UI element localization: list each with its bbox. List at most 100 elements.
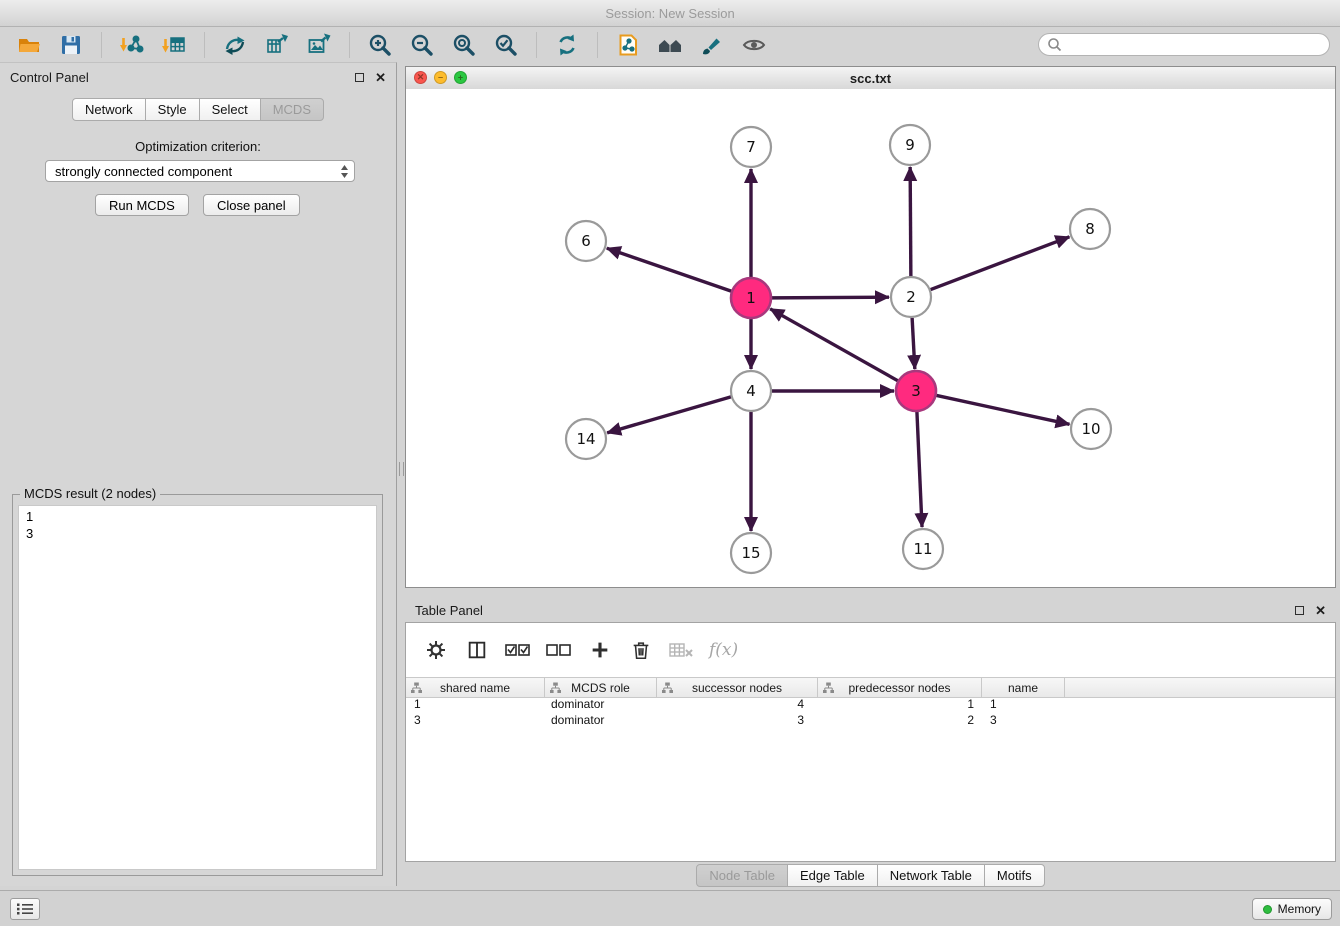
table-settings-button[interactable] bbox=[422, 636, 450, 664]
toolbar-separator bbox=[597, 32, 598, 58]
table-panel-tabs: Node Table Edge Table Network Table Moti… bbox=[405, 864, 1336, 887]
graph-edge-1-6[interactable] bbox=[607, 248, 731, 291]
toolbar-separator bbox=[101, 32, 102, 58]
tab-motifs[interactable]: Motifs bbox=[984, 864, 1045, 887]
graph-edge-2-3[interactable] bbox=[912, 318, 915, 369]
search-input[interactable] bbox=[1062, 33, 1329, 56]
split-columns-button[interactable] bbox=[463, 636, 491, 664]
column-type-icon bbox=[411, 682, 422, 694]
tab-edge-table[interactable]: Edge Table bbox=[787, 864, 878, 887]
import-network-button[interactable] bbox=[116, 29, 148, 61]
tab-network-table[interactable]: Network Table bbox=[877, 864, 985, 887]
float-table-panel-icon[interactable] bbox=[1295, 606, 1304, 615]
minimize-window-icon[interactable] bbox=[434, 71, 447, 84]
network-window-title: scc.txt bbox=[850, 71, 891, 86]
column-header-shared-name[interactable]: shared name bbox=[406, 678, 545, 697]
graph-edge-4-14[interactable] bbox=[607, 397, 731, 433]
graph-edge-3-10[interactable] bbox=[937, 395, 1070, 424]
tab-select[interactable]: Select bbox=[199, 98, 261, 121]
zoom-window-icon[interactable] bbox=[454, 71, 467, 84]
network-graph[interactable]: 7968124314101511 bbox=[406, 89, 1335, 587]
graph-node-label: 9 bbox=[905, 136, 915, 154]
graph-edge-1-2[interactable] bbox=[772, 297, 889, 298]
cell-predecessor-nodes: 2 bbox=[818, 713, 982, 727]
column-header-mcds-role[interactable]: MCDS role bbox=[545, 678, 657, 697]
graph-edge-3-11[interactable] bbox=[917, 412, 922, 527]
trash-icon bbox=[630, 639, 652, 661]
split-columns-icon bbox=[466, 639, 488, 661]
zoom-fit-icon bbox=[451, 32, 477, 58]
paint-style-button[interactable] bbox=[696, 29, 728, 61]
selected-criterion: strongly connected component bbox=[55, 164, 232, 179]
checked-boxes-icon bbox=[505, 641, 531, 659]
export-network-button[interactable] bbox=[261, 29, 293, 61]
search-box[interactable] bbox=[1038, 33, 1330, 56]
table-panel-header: Table Panel bbox=[405, 596, 1336, 624]
table-row[interactable]: 3 dominator 3 2 3 bbox=[406, 712, 1335, 728]
graph-edge-3-1[interactable] bbox=[770, 309, 898, 381]
task-history-button[interactable] bbox=[10, 898, 40, 920]
close-panel-icon[interactable] bbox=[375, 71, 386, 84]
save-session-button[interactable] bbox=[55, 29, 87, 61]
run-mcds-button[interactable]: Run MCDS bbox=[95, 194, 189, 216]
mcds-result-group: MCDS result (2 nodes) 1 3 bbox=[12, 494, 383, 876]
deselect-all-columns-button[interactable] bbox=[545, 636, 573, 664]
delete-column-button[interactable] bbox=[627, 636, 655, 664]
table-panel: Table Panel f(x) shared name MCDS role s… bbox=[405, 596, 1336, 886]
tab-node-table[interactable]: Node Table bbox=[696, 864, 788, 887]
import-table-icon bbox=[161, 32, 187, 58]
column-header-name[interactable]: name bbox=[982, 678, 1065, 697]
network-canvas[interactable]: 7968124314101511 bbox=[406, 89, 1335, 587]
add-column-button[interactable] bbox=[586, 636, 614, 664]
cycle-arrows-button[interactable] bbox=[219, 29, 251, 61]
control-panel-tabs: Network Style Select MCDS bbox=[0, 98, 396, 121]
select-all-columns-button[interactable] bbox=[504, 636, 532, 664]
mcds-result-list[interactable]: 1 3 bbox=[18, 505, 377, 870]
close-window-icon[interactable] bbox=[414, 71, 427, 84]
zoom-selected-button[interactable] bbox=[490, 29, 522, 61]
cycle-arrows-icon bbox=[222, 32, 248, 58]
graph-node-label: 11 bbox=[913, 540, 932, 558]
optimization-criterion-select[interactable]: strongly connected component bbox=[45, 160, 355, 182]
column-header-successor-nodes[interactable]: successor nodes bbox=[657, 678, 818, 697]
open-session-button[interactable] bbox=[13, 29, 45, 61]
panel-splitter[interactable] bbox=[397, 62, 405, 886]
column-label: name bbox=[1008, 681, 1038, 695]
graph-node-label: 6 bbox=[581, 232, 591, 250]
column-header-filler bbox=[1065, 678, 1335, 697]
table-panel-content: f(x) shared name MCDS role successor nod… bbox=[405, 622, 1336, 862]
delete-table-button[interactable] bbox=[668, 636, 696, 664]
zoom-in-button[interactable] bbox=[364, 29, 396, 61]
tab-network[interactable]: Network bbox=[72, 98, 146, 121]
graph-node-label: 15 bbox=[741, 544, 760, 562]
network-window-titlebar[interactable]: scc.txt bbox=[406, 67, 1335, 90]
zoom-selected-icon bbox=[493, 32, 519, 58]
tab-mcds[interactable]: MCDS bbox=[260, 98, 324, 121]
memory-button[interactable]: Memory bbox=[1252, 898, 1332, 920]
cell-predecessor-nodes: 1 bbox=[818, 697, 982, 711]
graph-edge-2-9[interactable] bbox=[910, 167, 911, 276]
close-panel-button[interactable]: Close panel bbox=[203, 194, 300, 216]
list-menu-icon bbox=[17, 903, 33, 915]
column-type-icon bbox=[823, 682, 834, 694]
home-button[interactable] bbox=[654, 29, 686, 61]
zoom-out-button[interactable] bbox=[406, 29, 438, 61]
export-image-button[interactable] bbox=[303, 29, 335, 61]
graph-edge-2-8[interactable] bbox=[931, 237, 1070, 290]
refresh-layout-button[interactable] bbox=[551, 29, 583, 61]
cell-name: 1 bbox=[982, 697, 1065, 711]
import-table-button[interactable] bbox=[158, 29, 190, 61]
float-panel-icon[interactable] bbox=[355, 73, 364, 82]
function-builder-button[interactable]: f(x) bbox=[709, 636, 738, 664]
eye-button[interactable] bbox=[738, 29, 770, 61]
zoom-fit-button[interactable] bbox=[448, 29, 480, 61]
close-table-panel-icon[interactable] bbox=[1315, 604, 1326, 617]
table-row[interactable]: 1 dominator 4 1 1 bbox=[406, 696, 1335, 712]
table-toolbar: f(x) bbox=[406, 623, 1335, 677]
zoom-out-icon bbox=[409, 32, 435, 58]
window-titlebar[interactable]: Session: New Session bbox=[0, 0, 1340, 27]
column-header-predecessor-nodes[interactable]: predecessor nodes bbox=[818, 678, 982, 697]
copy-network-button[interactable] bbox=[612, 29, 644, 61]
graph-node-label: 4 bbox=[746, 382, 756, 400]
tab-style[interactable]: Style bbox=[145, 98, 200, 121]
